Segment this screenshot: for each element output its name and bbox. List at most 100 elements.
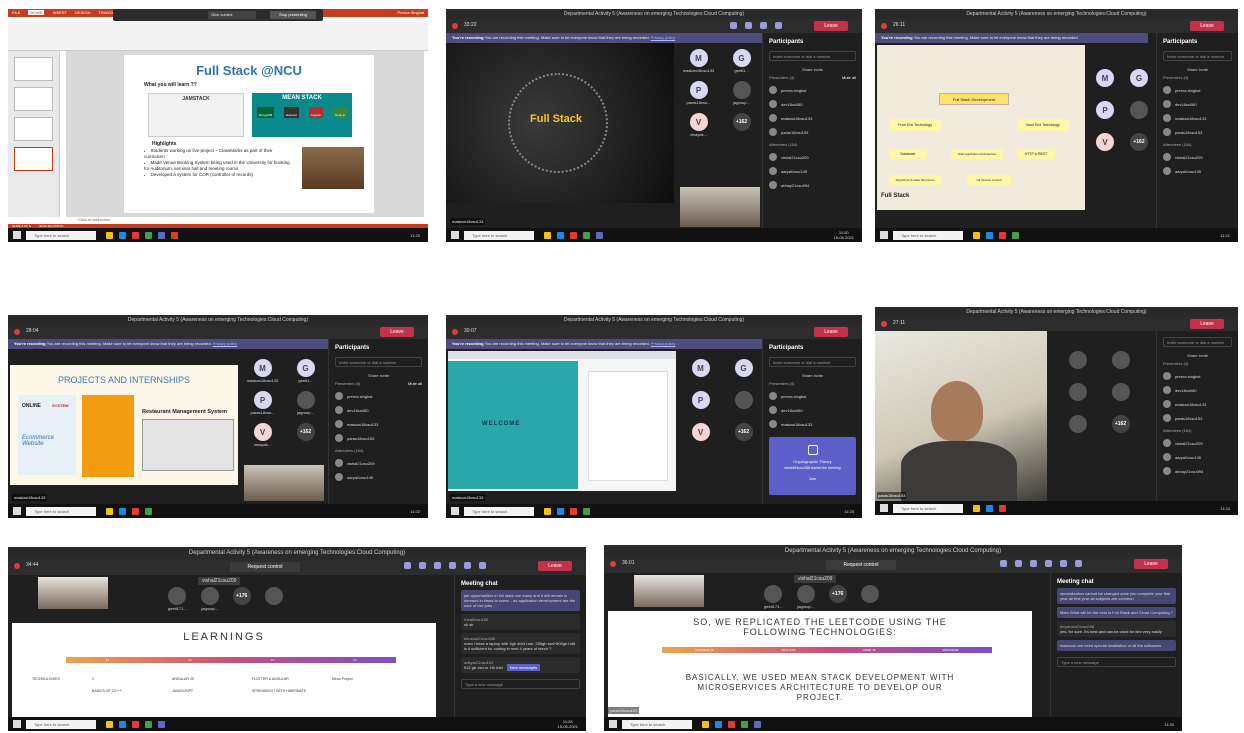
app-icon[interactable] bbox=[999, 231, 1006, 239]
tile[interactable]: Pparas18csu... bbox=[680, 81, 717, 107]
raise-hand-icon[interactable] bbox=[1030, 560, 1037, 567]
camera-icon[interactable] bbox=[1060, 560, 1067, 567]
app-icon[interactable] bbox=[986, 504, 993, 512]
chat-icon[interactable] bbox=[730, 22, 737, 29]
tile[interactable]: M bbox=[1091, 69, 1119, 95]
tile[interactable]: P bbox=[682, 391, 719, 417]
participant-row[interactable]: dev18cs080 bbox=[1157, 97, 1238, 111]
leave-button[interactable]: Leave bbox=[538, 561, 572, 571]
people-icon[interactable] bbox=[419, 562, 426, 569]
tile[interactable]: Ggeeti1... bbox=[287, 359, 324, 385]
more-icon[interactable] bbox=[449, 562, 456, 569]
tile[interactable]: jagroop... bbox=[796, 585, 815, 611]
privacy-link[interactable]: Privacy policy bbox=[651, 341, 675, 346]
taskbar-search[interactable]: Type here to search bbox=[893, 230, 963, 240]
tile[interactable]: P bbox=[1091, 101, 1119, 127]
leave-button[interactable]: Leave bbox=[1190, 21, 1224, 31]
app-icon[interactable] bbox=[741, 720, 748, 728]
tile[interactable]: V bbox=[1091, 133, 1119, 159]
app-icon[interactable] bbox=[119, 507, 126, 515]
participant-row[interactable]: abhay21csu094 bbox=[763, 178, 862, 192]
tile[interactable]: +162 bbox=[1125, 133, 1153, 159]
participant-row[interactable]: maskan18csu133 bbox=[1157, 397, 1238, 411]
app-icon[interactable] bbox=[702, 720, 709, 728]
tile[interactable]: M bbox=[682, 359, 719, 385]
participant-row[interactable]: dev18cs080 bbox=[1157, 383, 1238, 397]
app-icon[interactable] bbox=[145, 231, 152, 239]
app-icon[interactable] bbox=[544, 231, 551, 239]
tile[interactable]: G bbox=[725, 359, 762, 385]
tile[interactable] bbox=[1059, 351, 1096, 377]
notes-pane[interactable]: Click to add notes bbox=[78, 217, 110, 222]
mute-all-button[interactable]: Mute all bbox=[842, 75, 856, 80]
participant-row[interactable]: dev18cs080 bbox=[763, 97, 862, 111]
tile[interactable] bbox=[1102, 351, 1139, 377]
app-icon[interactable] bbox=[158, 720, 165, 728]
app-icon[interactable] bbox=[158, 231, 165, 239]
windows-start-icon[interactable] bbox=[451, 507, 459, 515]
chat-icon[interactable] bbox=[404, 562, 411, 569]
join-button[interactable]: Join bbox=[769, 476, 856, 481]
invite-input[interactable]: Invite someone or dial a number bbox=[769, 51, 856, 61]
request-control-button[interactable]: Request control bbox=[826, 560, 896, 570]
participant-row[interactable]: prerna singhal bbox=[763, 389, 862, 403]
app-icon[interactable] bbox=[132, 231, 139, 239]
tile[interactable]: Mmaskan18csu133 bbox=[244, 359, 281, 385]
app-icon[interactable] bbox=[570, 231, 577, 239]
tile[interactable] bbox=[1125, 101, 1153, 127]
people-icon[interactable] bbox=[745, 22, 752, 29]
raise-hand-icon[interactable] bbox=[760, 22, 767, 29]
ppt-tab[interactable]: FILE bbox=[12, 10, 20, 15]
leave-button[interactable]: Leave bbox=[814, 21, 848, 31]
tile[interactable] bbox=[1102, 383, 1139, 409]
app-icon[interactable] bbox=[544, 507, 551, 515]
app-icon[interactable] bbox=[728, 720, 735, 728]
participant-row[interactable]: aaryal1csu149 bbox=[763, 164, 862, 178]
app-icon[interactable] bbox=[570, 507, 577, 515]
app-icon[interactable] bbox=[973, 231, 980, 239]
windows-start-icon[interactable] bbox=[451, 231, 459, 239]
app-icon[interactable] bbox=[1012, 231, 1019, 239]
taskbar-search[interactable]: Type here to search bbox=[893, 503, 963, 513]
tile[interactable]: +162 bbox=[725, 423, 762, 449]
participant-row[interactable]: paras18csu153 bbox=[1157, 125, 1238, 139]
windows-start-icon[interactable] bbox=[13, 720, 21, 728]
stop-presenting-button[interactable]: Stop presenting bbox=[270, 11, 316, 19]
participant-row[interactable]: vishal21csu209 bbox=[329, 456, 428, 470]
raise-hand-icon[interactable] bbox=[434, 562, 441, 569]
app-icon[interactable] bbox=[973, 504, 980, 512]
app-icon[interactable] bbox=[557, 507, 564, 515]
ppt-tab[interactable]: HOME bbox=[28, 10, 45, 15]
chat-icon[interactable] bbox=[1000, 560, 1007, 567]
taskbar-search[interactable]: Type here to search bbox=[464, 230, 534, 240]
invite-input[interactable]: Invite someone or dial a number bbox=[1163, 337, 1232, 347]
more-icon[interactable] bbox=[1045, 560, 1052, 567]
app-icon[interactable] bbox=[106, 507, 113, 515]
app-icon[interactable] bbox=[145, 720, 152, 728]
participant-row[interactable]: maskan18csu133 bbox=[329, 417, 428, 431]
camera-icon[interactable] bbox=[464, 562, 471, 569]
app-icon[interactable] bbox=[596, 231, 603, 239]
leave-button[interactable]: Leave bbox=[1190, 319, 1224, 329]
app-icon[interactable] bbox=[145, 507, 152, 515]
invite-input[interactable]: Invite someone or dial a number bbox=[769, 357, 856, 367]
request-control-button[interactable]: Request control bbox=[230, 562, 300, 572]
app-icon[interactable] bbox=[583, 507, 590, 515]
participant-row[interactable]: dev18cs080 bbox=[763, 403, 862, 417]
tile[interactable]: Vvinayak... bbox=[680, 113, 717, 139]
tile[interactable]: jagroop... bbox=[200, 587, 219, 613]
privacy-link[interactable]: Privacy policy bbox=[651, 35, 675, 40]
participant-row[interactable]: maskan18csu133 bbox=[763, 417, 862, 431]
taskbar-search[interactable]: Type here to search bbox=[26, 719, 96, 729]
app-icon[interactable] bbox=[106, 231, 113, 239]
tile[interactable] bbox=[1059, 415, 1096, 441]
ppt-tab[interactable]: INSERT bbox=[52, 10, 67, 15]
tile[interactable]: geeti171... bbox=[168, 587, 187, 613]
tile[interactable]: Mmaskan18csu133 bbox=[680, 49, 717, 75]
app-icon[interactable] bbox=[132, 720, 139, 728]
leave-button[interactable]: Leave bbox=[380, 327, 414, 337]
app-icon[interactable] bbox=[754, 720, 761, 728]
tile[interactable]: +176 bbox=[232, 587, 251, 613]
participant-row[interactable]: prerna singhal bbox=[763, 83, 862, 97]
tile[interactable]: jagroop... bbox=[723, 81, 760, 107]
